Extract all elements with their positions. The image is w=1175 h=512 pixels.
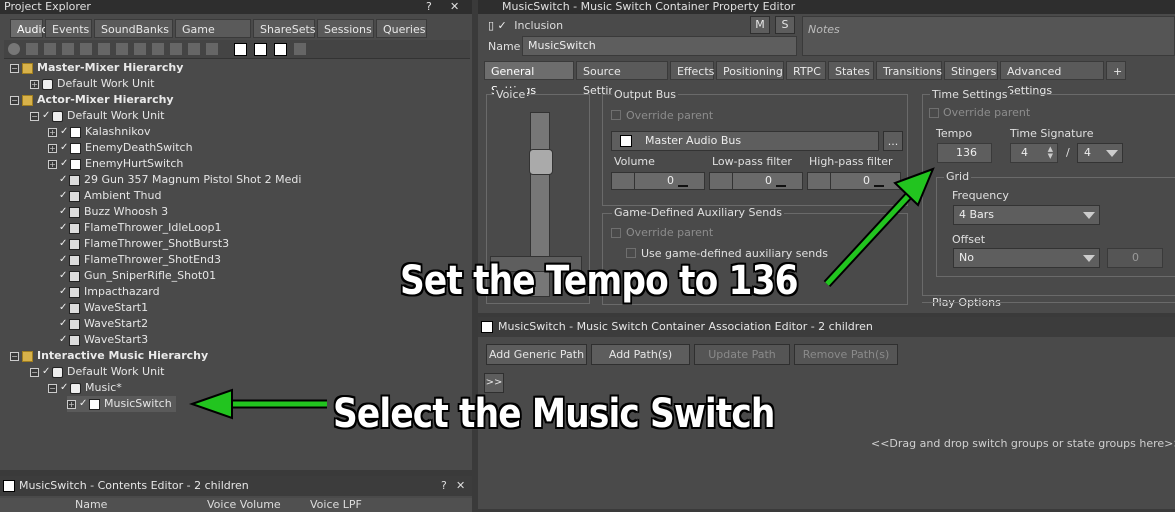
tempo-arrow [823,167,935,288]
tempo-instruction: Set the Tempo to 136 [400,258,799,304]
select-arrow [188,388,327,420]
select-instruction: Select the Music Switch [333,391,775,437]
